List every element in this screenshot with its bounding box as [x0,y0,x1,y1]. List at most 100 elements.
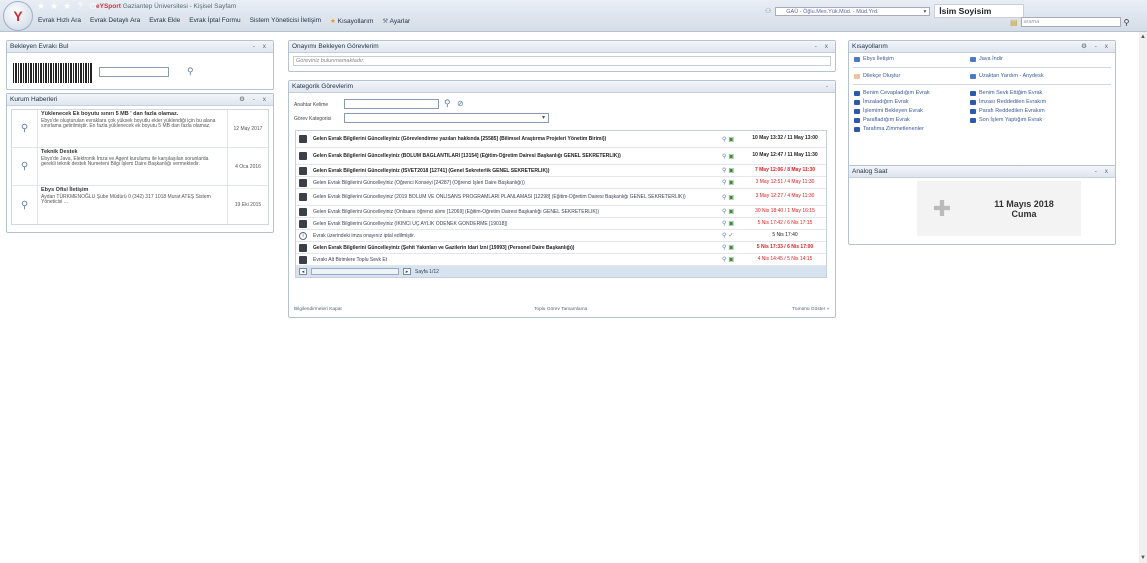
panel-controls[interactable]: - [826,81,831,93]
task-row[interactable]: Gelen Evrak Bilgilerini Güncelleyiniz (G… [296,131,826,148]
task-row[interactable]: Gelen Evrak Bilgilerini Güncelleyiniz (Ö… [296,206,826,218]
star-icon[interactable]: ★ [62,2,72,11]
task-text[interactable]: Gelen Evrak Bilgilerini Güncelleyiniz (İ… [310,221,722,227]
next-page-button[interactable]: ▸ [403,268,411,275]
news-item[interactable]: ⚲ Ebys Ofisi İletişim Aydan TÜRKMENOĞLU Ş… [12,186,268,224]
search-icon[interactable]: ⚲ [722,167,726,174]
document-icon[interactable]: ▣ [728,256,734,263]
role-select[interactable]: GAÜ - Öğlu.Mes.Yük.Müd. - Müd.Yrd. [775,6,931,16]
document-icon[interactable]: ▣ [728,244,734,251]
barcode-input[interactable] [99,67,169,77]
document-icon[interactable]: ▣ [728,194,734,201]
menu-admin-contact[interactable]: Sistem Yöneticisi İletişim [250,17,321,25]
search-icon[interactable]: ⚲ [722,208,726,215]
panel-controls[interactable]: - x [815,41,831,53]
edit-icon[interactable] [299,243,307,252]
page-slider[interactable] [311,268,399,275]
shortcut-ebys-contact[interactable]: Ebys İletişim [854,56,970,62]
task-text[interactable]: Gelen Evrak Bilgilerini Güncelleyiniz (2… [310,194,722,200]
document-icon[interactable]: ▣ [728,136,734,143]
document-icon[interactable]: ▣ [728,208,734,215]
show-all-link[interactable]: Tümünü Göster » [792,307,829,312]
app-logo[interactable]: Y [3,1,33,31]
task-row[interactable]: Gelen Evrak Bilgilerini Güncelleyiniz (İ… [296,218,826,230]
task-row[interactable]: Gelen Evrak Bilgilerini Güncelleyiniz (2… [296,189,826,206]
scroll-down-icon[interactable]: ▼ [1140,555,1146,561]
edit-icon[interactable] [299,135,307,143]
document-icon[interactable]: ▣ [728,153,734,160]
document-icon[interactable]: ▣ [728,179,734,186]
task-text[interactable]: Gelen Evrak Bilgilerini Güncelleyiniz (G… [310,136,722,142]
task-text[interactable]: Gelen Evrak Bilgilerini Güncelleyiniz (I… [310,168,722,174]
document-shortcut[interactable]: İmzası Reddedilen Evrakım [970,99,1086,105]
menu-shortcuts[interactable]: ★ Kısayollarım [330,17,373,25]
task-text[interactable]: Gelen Evrak Bilgilerini Güncelleyiniz (Ş… [310,245,722,251]
search-icon[interactable]: ⚲ [722,244,726,251]
prev-page-button[interactable]: ◂ [299,268,307,275]
search-icon[interactable]: ⚲ [12,186,38,224]
panel-controls[interactable]: - x [253,41,269,53]
document-shortcut[interactable]: Benim Cevapladığım Evrak [854,90,970,96]
task-text[interactable]: Gelen Evrak Bilgilerini Güncelleyiniz (B… [310,153,722,159]
menu-detailed-search[interactable]: Evrak Detaylı Ara [90,17,140,25]
shortcut-remote-help[interactable]: Uzaktan Yardım - Anydesk [970,73,1086,79]
search-icon[interactable]: ⚲ [722,136,726,143]
menu-settings[interactable]: ⚒ Ayarlar [382,17,410,25]
menu-add-document[interactable]: Evrak Ekle [149,17,180,25]
document-shortcut[interactable]: Tarafıma Zimmetlenenler [854,126,970,132]
edit-icon[interactable] [299,207,307,216]
search-icon[interactable]: ⚲ [722,232,726,239]
edit-icon[interactable] [299,152,307,160]
search-icon[interactable]: ⚲ [722,256,726,263]
task-row[interactable]: Gelen Evrak Bilgilerini Güncelleyiniz (B… [296,148,826,165]
task-row[interactable]: Gelen Evrak Bilgilerini Güncelleyiniz (Ö… [296,177,826,189]
bulk-complete-link[interactable]: Toplu Görev Tamamlama [534,307,587,312]
edit-icon[interactable] [299,255,307,264]
search-input[interactable]: arama [1020,17,1121,27]
search-icon[interactable]: ⚲ [12,110,38,147]
news-item[interactable]: ⚲ Teknik Destek Ebys'de Java, Elektronik … [12,148,268,186]
search-icon[interactable]: ⚲ [722,194,726,201]
edit-icon[interactable] [299,219,307,228]
search-icon[interactable]: ⚲ [722,220,726,227]
star-icon[interactable]: ★ [36,2,46,11]
document-shortcut[interactable]: Son İşlem Yaptığım Evrak [970,117,1086,123]
hide-notifications-link[interactable]: Bilgilendirmeleri Kapat [294,307,342,312]
category-select[interactable]: ▾ [344,113,549,123]
document-shortcut[interactable]: Benim Sevk Ettiğim Evrak [970,90,1086,96]
task-row[interactable]: Evrakı Alt Birimlere Toplu Sevk Et ⚲ ▣ 4 Ni… [296,254,826,266]
panel-controls[interactable]: ⚙ - x [239,94,269,106]
clear-filter-icon[interactable]: ⊘ [457,99,464,108]
help-icon[interactable]: ? [75,2,85,11]
task-text[interactable]: Gelen Evrak Bilgilerini Güncelleyiniz (Ö… [310,180,722,186]
news-item[interactable]: ⚲ Yüklenecek Ek boyutu sınırı 5 MB ' dan… [12,110,268,148]
document-shortcut[interactable]: İşlemimi Bekleyen Evrak [854,108,970,114]
user-name[interactable]: İsim Soyisim [934,4,1025,18]
edit-icon[interactable] [299,178,307,187]
menu-cancel-form[interactable]: Evrak İptal Formu [189,17,240,25]
scroll-up-icon[interactable]: ▲ [1140,34,1146,40]
check-icon[interactable]: ✓ [728,232,733,239]
menu-quick-search[interactable]: Evrak Hızlı Ara [38,17,81,25]
task-text[interactable]: Gelen Evrak Bilgilerini Güncelleyiniz (Ö… [310,209,722,215]
edit-icon[interactable] [299,193,307,201]
document-shortcut[interactable]: Parafı Reddedilen Evrakım [970,108,1086,114]
panel-controls[interactable]: ⚙ - x [1081,41,1111,53]
document-icon[interactable]: ▣ [728,220,734,227]
task-text[interactable]: Evrakı Alt Birimlere Toplu Sevk Et [310,257,722,263]
search-icon[interactable]: ⚲ [187,66,194,77]
task-text[interactable]: Evrak üzerindeki imza onayınız iptal edi… [310,233,722,239]
task-row[interactable]: Gelen Evrak Bilgilerini Güncelleyiniz (Ş… [296,242,826,254]
calendar-icon[interactable]: ▤ [1010,18,1018,27]
panel-controls[interactable]: - x [1095,166,1111,178]
shortcut-java-download[interactable]: Java İndir [970,56,1086,62]
star-icon[interactable]: ★ [49,2,59,11]
search-icon[interactable]: ⚲ [1124,18,1130,27]
keyword-input[interactable] [344,99,439,109]
document-shortcut[interactable]: Parafladığım Evrak [854,117,970,123]
edit-icon[interactable] [299,166,307,175]
document-shortcut[interactable]: İmzaladığım Evrak [854,99,970,105]
task-row[interactable]: i Evrak üzerindeki imza onayınız iptal ed… [296,230,826,242]
search-icon[interactable]: ⚲ [722,179,726,186]
search-icon[interactable]: ⚲ [722,153,726,160]
